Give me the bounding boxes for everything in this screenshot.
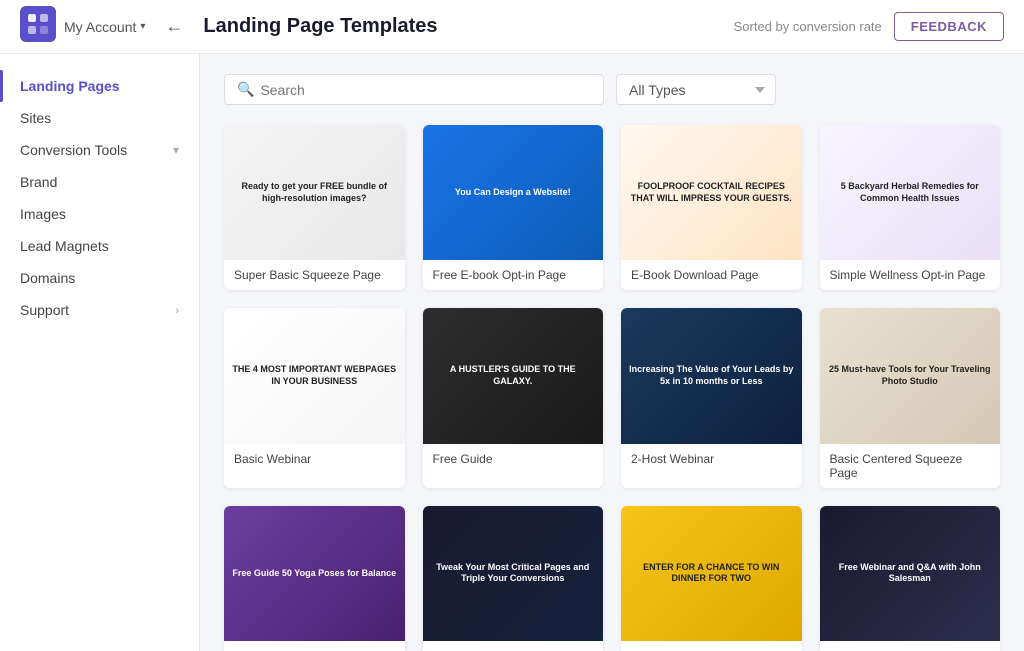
sidebar: Landing Pages Sites Conversion Tools ▾ B…	[0, 54, 200, 651]
search-icon: 🔍	[237, 81, 254, 98]
search-box: 🔍	[224, 74, 604, 105]
back-button[interactable]: ←	[161, 12, 187, 41]
template-name: 2-Host Webinar	[621, 444, 802, 474]
template-thumb-text: A HUSTLER'S GUIDE TO THE GALAXY.	[423, 356, 604, 395]
top-nav: My Account ▾ ← Landing Page Templates So…	[0, 0, 1024, 54]
feedback-button[interactable]: FEEDBACK	[894, 12, 1004, 41]
template-thumbnail: You Can Design a Website!	[423, 125, 604, 260]
template-name: Simple Wellness Opt-in Page	[820, 260, 1001, 290]
sidebar-item-label: Lead Magnets	[20, 238, 109, 254]
template-card[interactable]: 5 Backyard Herbal Remedies for Common He…	[820, 125, 1001, 290]
template-card[interactable]: FOOLPROOF COCKTAIL RECIPES THAT WILL IMP…	[621, 125, 802, 290]
template-thumbnail: FOOLPROOF COCKTAIL RECIPES THAT WILL IMP…	[621, 125, 802, 260]
template-thumb-text: FOOLPROOF COCKTAIL RECIPES THAT WILL IMP…	[621, 173, 802, 212]
template-name: Enter to Win Page	[621, 641, 802, 651]
template-thumb-text: Free Webinar and Q&A with John Salesman	[820, 554, 1001, 593]
sidebar-item-label: Images	[20, 206, 66, 222]
template-card[interactable]: A HUSTLER'S GUIDE TO THE GALAXY. Free Gui…	[423, 308, 604, 487]
sidebar-item-label: Sites	[20, 110, 51, 126]
template-card[interactable]: 25 Must-have Tools for Your Traveling Ph…	[820, 308, 1001, 487]
template-thumb-text: Tweak Your Most Critical Pages and Tripl…	[423, 554, 604, 593]
template-thumbnail: ENTER FOR A CHANCE TO WIN DINNER FOR TWO	[621, 506, 802, 641]
template-name: Single Host Webinar Registration 2.0	[423, 641, 604, 651]
template-name: Yoga Ebook Page	[224, 641, 405, 651]
sidebar-item-sites[interactable]: Sites	[0, 102, 199, 134]
account-label: My Account	[64, 19, 136, 35]
sidebar-item-label: Landing Pages	[20, 78, 120, 94]
template-thumbnail: Ready to get your FREE bundle of high-re…	[224, 125, 405, 260]
chevron-down-icon: ▾	[140, 21, 145, 32]
template-thumbnail: Free Webinar and Q&A with John Salesman	[820, 506, 1001, 641]
template-name: Single-Screen Webinar	[820, 641, 1001, 651]
template-thumbnail: 5 Backyard Herbal Remedies for Common He…	[820, 125, 1001, 260]
sidebar-item-conversion-tools[interactable]: Conversion Tools ▾	[0, 134, 199, 166]
template-card[interactable]: THE 4 MOST IMPORTANT WEBPAGES IN YOUR BU…	[224, 308, 405, 487]
template-card[interactable]: You Can Design a Website! Free E-book Opt…	[423, 125, 604, 290]
template-thumbnail: A HUSTLER'S GUIDE TO THE GALAXY.	[423, 308, 604, 443]
content-area: 🔍 All Types Squeeze Page Webinar E-Book …	[200, 54, 1024, 651]
template-thumbnail: Increasing The Value of Your Leads by 5x…	[621, 308, 802, 443]
template-thumbnail: Free Guide 50 Yoga Poses for Balance	[224, 506, 405, 641]
sidebar-item-support[interactable]: Support ›	[0, 294, 199, 326]
sidebar-item-images[interactable]: Images	[0, 198, 199, 230]
chevron-right-icon: ›	[175, 303, 179, 317]
type-select[interactable]: All Types Squeeze Page Webinar E-Book Co…	[616, 74, 776, 105]
template-card[interactable]: Free Guide 50 Yoga Poses for Balance Yoga…	[224, 506, 405, 651]
sidebar-item-brand[interactable]: Brand	[0, 166, 199, 198]
template-thumb-text: Increasing The Value of Your Leads by 5x…	[621, 356, 802, 395]
template-name: Super Basic Squeeze Page	[224, 260, 405, 290]
sidebar-item-label: Brand	[20, 174, 57, 190]
back-icon: ←	[165, 16, 183, 36]
template-card[interactable]: Increasing The Value of Your Leads by 5x…	[621, 308, 802, 487]
template-thumb-text: 5 Backyard Herbal Remedies for Common He…	[820, 173, 1001, 212]
sorted-label: Sorted by conversion rate	[734, 19, 882, 34]
sidebar-item-label: Conversion Tools	[20, 142, 127, 158]
template-grid: Ready to get your FREE bundle of high-re…	[224, 125, 1000, 651]
template-thumb-text: You Can Design a Website!	[447, 179, 579, 207]
template-thumb-text: Ready to get your FREE bundle of high-re…	[224, 173, 405, 212]
sidebar-item-domains[interactable]: Domains	[0, 262, 199, 294]
template-name: Free E-book Opt-in Page	[423, 260, 604, 290]
logo	[20, 6, 56, 47]
template-name: Basic Webinar	[224, 444, 405, 474]
main-layout: Landing Pages Sites Conversion Tools ▾ B…	[0, 54, 1024, 651]
template-name: Basic Centered Squeeze Page	[820, 444, 1001, 488]
template-name: Free Guide	[423, 444, 604, 474]
template-thumbnail: THE 4 MOST IMPORTANT WEBPAGES IN YOUR BU…	[224, 308, 405, 443]
filter-bar: 🔍 All Types Squeeze Page Webinar E-Book …	[224, 74, 1000, 105]
account-dropdown[interactable]: My Account ▾	[64, 19, 145, 35]
template-thumbnail: 25 Must-have Tools for Your Traveling Ph…	[820, 308, 1001, 443]
search-input[interactable]	[260, 82, 591, 98]
template-card[interactable]: Ready to get your FREE bundle of high-re…	[224, 125, 405, 290]
page-title: Landing Page Templates	[203, 15, 733, 38]
template-thumb-text: ENTER FOR A CHANCE TO WIN DINNER FOR TWO	[621, 554, 802, 593]
template-thumb-text: 25 Must-have Tools for Your Traveling Ph…	[820, 356, 1001, 395]
template-card[interactable]: ENTER FOR A CHANCE TO WIN DINNER FOR TWO…	[621, 506, 802, 651]
logo-icon	[20, 6, 56, 42]
chevron-down-icon: ▾	[173, 143, 179, 157]
template-name: E-Book Download Page	[621, 260, 802, 290]
template-card[interactable]: Tweak Your Most Critical Pages and Tripl…	[423, 506, 604, 651]
sidebar-item-lead-magnets[interactable]: Lead Magnets	[0, 230, 199, 262]
template-thumb-text: Free Guide 50 Yoga Poses for Balance	[224, 560, 404, 588]
template-card[interactable]: Free Webinar and Q&A with John Salesman S…	[820, 506, 1001, 651]
sidebar-item-label: Domains	[20, 270, 75, 286]
template-thumb-text: THE 4 MOST IMPORTANT WEBPAGES IN YOUR BU…	[224, 356, 405, 395]
template-thumbnail: Tweak Your Most Critical Pages and Tripl…	[423, 506, 604, 641]
sidebar-item-label: Support	[20, 302, 69, 318]
sidebar-item-landing-pages[interactable]: Landing Pages	[0, 70, 199, 102]
